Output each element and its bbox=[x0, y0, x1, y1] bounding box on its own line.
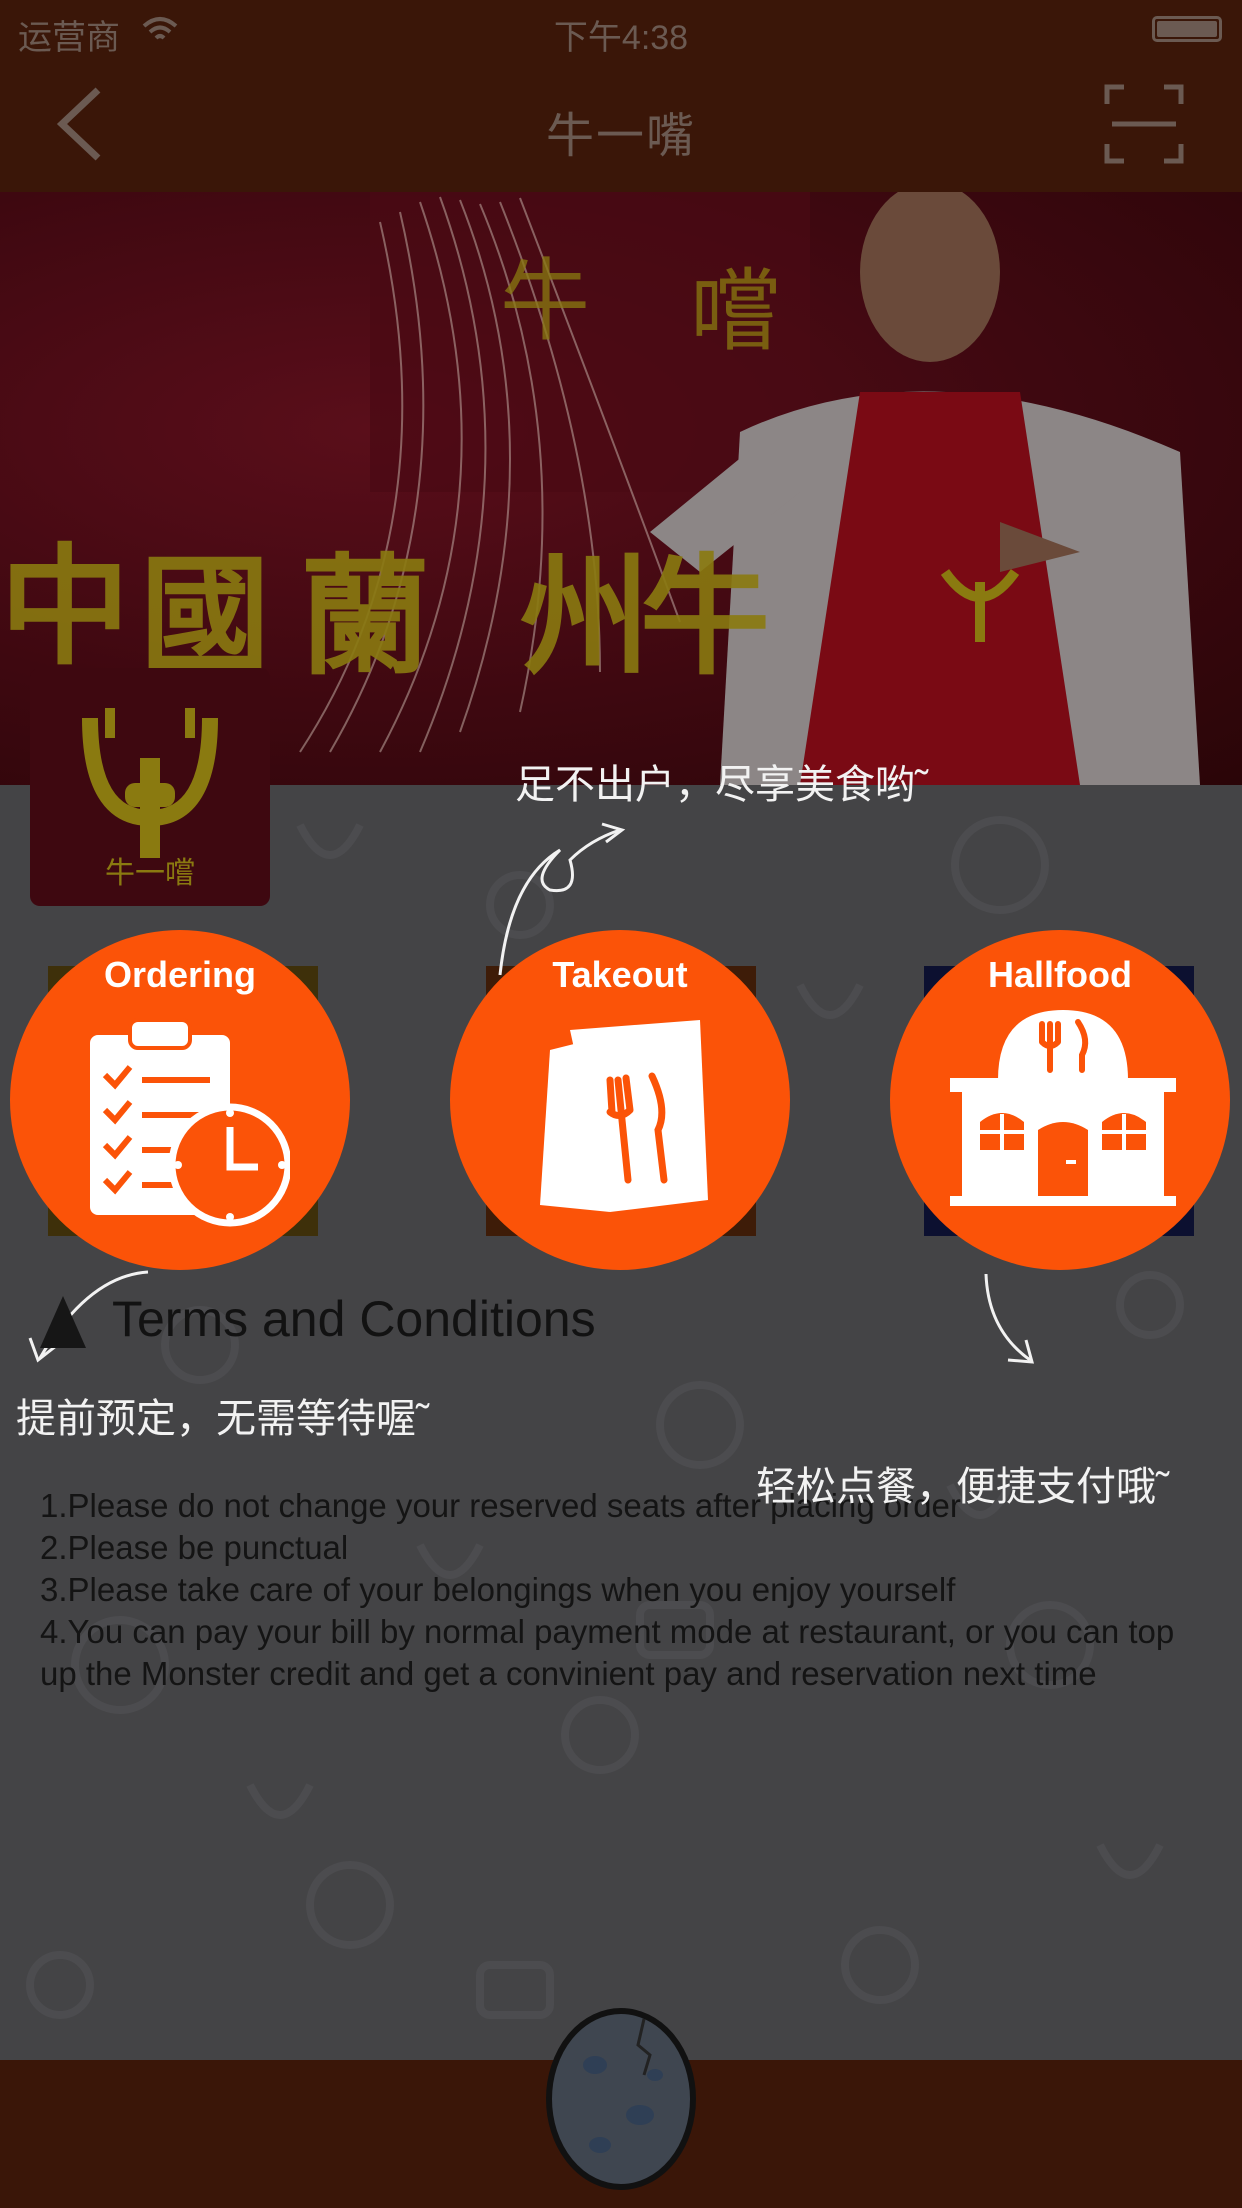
ordering-hint: 提前预定，无需等待喔˜ bbox=[16, 1397, 430, 1441]
svg-text:牛一嚐: 牛一嚐 bbox=[105, 856, 195, 891]
clipboard-clock-icon bbox=[90, 1018, 290, 1227]
svg-text:中: 中 bbox=[0, 530, 130, 683]
svg-text:牛: 牛 bbox=[500, 249, 590, 354]
hallfood-button[interactable]: Hallfood bbox=[890, 930, 1230, 1270]
hallfood-label: Hallfood bbox=[988, 954, 1132, 995]
terms-line: 2.Please be punctual bbox=[40, 1529, 349, 1566]
svg-text:牛: 牛 bbox=[640, 540, 770, 693]
hallfood-arrow bbox=[984, 1273, 1035, 1364]
restaurant-logo: 牛一嚐 bbox=[30, 668, 270, 906]
takeout-bag-icon bbox=[540, 1020, 708, 1212]
takeout-hint: 足不出户，尽享美食哟˜ bbox=[515, 763, 929, 807]
ordering-button[interactable]: Ordering bbox=[10, 930, 350, 1270]
takeout-arrow bbox=[498, 822, 626, 976]
egg-icon[interactable] bbox=[540, 1995, 702, 2191]
svg-text:州: 州 bbox=[520, 540, 650, 693]
svg-text:嚐: 嚐 bbox=[690, 259, 780, 364]
terms-title: Terms and Conditions bbox=[112, 1291, 596, 1347]
terms-line: 4.You can pay your bill by normal paymen… bbox=[40, 1613, 1175, 1692]
warning-icon bbox=[40, 1296, 86, 1348]
svg-text:蘭: 蘭 bbox=[300, 540, 430, 693]
restaurant-icon bbox=[950, 1010, 1176, 1206]
terms-list: 1.Please do not change your reserved sea… bbox=[40, 1485, 1220, 1695]
ordering-label: Ordering bbox=[103, 954, 256, 995]
takeout-button[interactable]: Takeout bbox=[450, 930, 790, 1270]
battery-icon bbox=[1152, 16, 1222, 42]
terms-line: 3.Please take care of your belongings wh… bbox=[40, 1571, 956, 1608]
nav-title: 牛一嘴 bbox=[545, 110, 696, 163]
hallfood-hint: 轻松点餐，便捷支付哦˜ bbox=[756, 1465, 1170, 1509]
scan-icon[interactable] bbox=[1104, 84, 1184, 164]
status-time: 下午4:38 bbox=[553, 19, 689, 57]
